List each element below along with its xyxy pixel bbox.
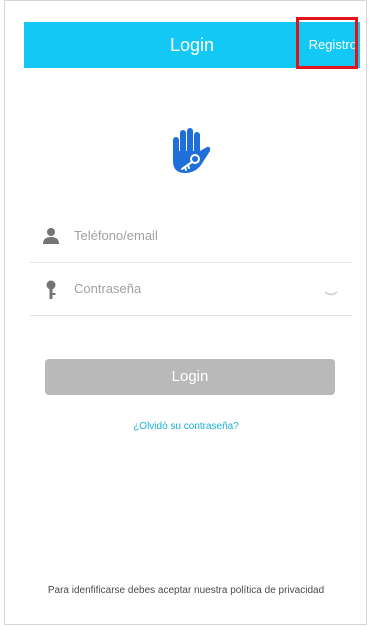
phone-email-input[interactable]: Teléfono/email <box>74 228 158 243</box>
phone-email-field[interactable]: Teléfono/email <box>30 210 352 263</box>
register-button[interactable]: Registro <box>309 22 357 68</box>
password-field[interactable]: Contraseña <box>30 263 352 316</box>
eye-closed-icon[interactable] <box>324 285 338 296</box>
user-icon <box>42 227 60 245</box>
privacy-policy-text[interactable]: Para idenfificarse debes aceptar nuestra… <box>0 585 372 596</box>
login-button[interactable]: Login <box>45 359 335 395</box>
key-icon <box>44 280 62 299</box>
password-input[interactable]: Contraseña <box>74 281 141 296</box>
hand-key-icon <box>165 125 213 177</box>
app-header: Login Registro <box>24 22 360 68</box>
forgot-password-link[interactable]: ¿Olvidó su contraseña? <box>0 421 372 432</box>
